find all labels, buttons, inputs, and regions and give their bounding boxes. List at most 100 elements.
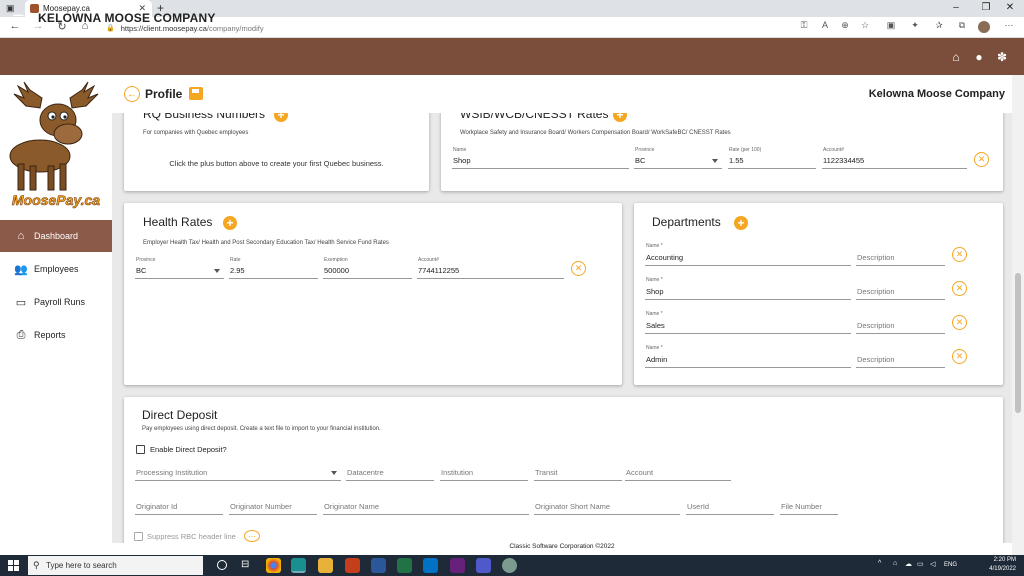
remove-department-button[interactable]: ✕ — [952, 349, 967, 364]
zoom-icon[interactable]: ⊕ — [838, 20, 852, 31]
remove-health-rate-button[interactable]: ✕ — [571, 261, 586, 276]
health-exemption-field[interactable]: Exemption 500000 — [323, 257, 412, 279]
cortana-icon[interactable] — [217, 560, 227, 570]
logo-wordmark: MoosePay.ca — [11, 192, 101, 209]
chrome-app-icon[interactable] — [266, 558, 281, 573]
processing-institution-select[interactable]: Processing Institution — [135, 463, 341, 481]
taskbar-search[interactable]: ⚲ Type here to search — [28, 556, 203, 575]
department-name-field[interactable]: Name * Accounting — [645, 243, 851, 266]
scrollbar-thumb[interactable] — [1015, 273, 1021, 413]
user-icon[interactable]: ● — [972, 50, 986, 64]
institution-field[interactable]: Institution — [440, 463, 528, 481]
edge-app-icon[interactable] — [291, 558, 306, 573]
office-app-icon[interactable] — [345, 558, 360, 573]
datacentre-field[interactable]: Datacentre — [346, 463, 434, 481]
wsib-account-field[interactable]: Account# 1122334455 — [822, 147, 967, 169]
clock[interactable]: 2:20 PM 4/19/2022 — [989, 556, 1016, 574]
wsib-card-subtitle: Workplace Safety and Insurance Board/ Wo… — [460, 130, 731, 136]
remove-department-button[interactable]: ✕ — [952, 315, 967, 330]
outlook-app-icon[interactable] — [423, 558, 438, 573]
language-indicator[interactable]: ENG — [944, 562, 957, 568]
department-description-field[interactable]: Description — [856, 345, 945, 368]
excel-app-icon[interactable] — [397, 558, 412, 573]
add-department-button[interactable]: + — [734, 216, 748, 230]
department-description-field[interactable]: Description — [856, 277, 945, 300]
originator-short-name-field[interactable]: Originator Short Name — [534, 497, 680, 515]
more-options-icon[interactable]: ⋯ — [244, 530, 260, 542]
account-field[interactable]: Account — [625, 463, 731, 481]
file-number-field[interactable]: File Number — [780, 497, 838, 515]
originator-name-field[interactable]: Originator Name — [323, 497, 529, 515]
read-aloud-icon[interactable]: A — [818, 20, 832, 30]
departments-card: Departments + Name * Accounting Descriptio… — [634, 203, 1003, 385]
more-menu-icon[interactable]: ⋯ — [1002, 20, 1016, 31]
back-button[interactable]: ← — [124, 86, 140, 102]
collections-icon[interactable]: ⧉ — [955, 20, 969, 31]
add-health-rate-button[interactable]: + — [223, 216, 237, 230]
rq-card-subtitle: For companies with Quebec employees — [143, 130, 249, 136]
file-explorer-icon[interactable] — [318, 558, 333, 573]
key-icon[interactable]: ⚿ — [797, 20, 811, 31]
rq-empty-message: Click the plus button above to create yo… — [169, 159, 384, 168]
word-app-icon[interactable] — [371, 558, 386, 573]
health-card-subtitle: Employer Health Tax/ Health and Post Sec… — [143, 240, 389, 246]
sidebar-item-payroll-runs[interactable]: ▭ Payroll Runs — [0, 286, 112, 318]
department-description-field[interactable]: Description — [856, 311, 945, 334]
save-icon[interactable] — [189, 87, 203, 100]
dropdown-caret-icon — [214, 269, 220, 273]
suppress-rbc-checkbox[interactable] — [134, 532, 143, 541]
people-icon: 👥 — [14, 263, 28, 276]
printer-icon: ⎙ — [16, 328, 26, 341]
department-name-field[interactable]: Name * Sales — [645, 311, 851, 334]
task-view-icon[interactable]: ⊟ — [241, 559, 249, 570]
transit-field[interactable]: Transit — [534, 463, 622, 481]
health-province-select[interactable]: Province BC — [135, 257, 224, 279]
remove-wsib-button[interactable]: ✕ — [974, 152, 989, 167]
settings-icon[interactable]: ✽ — [995, 50, 1009, 64]
suppress-rbc-label: Suppress RBC header line — [147, 532, 236, 541]
tray-app-icon[interactable]: ⌂ — [893, 560, 897, 567]
remove-department-button[interactable]: ✕ — [952, 247, 967, 262]
originator-id-field[interactable]: Originator Id — [135, 497, 223, 515]
favorites-icon[interactable]: ✰ — [932, 20, 946, 31]
battery-icon[interactable]: ▭ — [917, 560, 924, 568]
close-window-button[interactable]: ✕ — [1000, 2, 1020, 13]
health-account-field[interactable]: Account# 7744112255 — [417, 257, 564, 279]
department-description-field[interactable]: Description — [856, 243, 945, 266]
windows-start-icon[interactable] — [8, 560, 19, 571]
deposit-card-title: Direct Deposit — [142, 408, 218, 422]
profile-avatar[interactable] — [978, 21, 990, 33]
remove-department-button[interactable]: ✕ — [952, 281, 967, 296]
company-name: Kelowna Moose Company — [868, 88, 1005, 100]
favorite-star-icon[interactable]: ☆ — [858, 20, 872, 31]
visual-studio-icon[interactable] — [450, 558, 465, 573]
sidebar-item-reports[interactable]: ⎙ Reports — [0, 319, 112, 351]
extension-icon[interactable]: ▣ — [884, 20, 898, 31]
department-name-field[interactable]: Name * Shop — [645, 277, 851, 300]
wsib-province-select[interactable]: Province BC — [634, 147, 722, 169]
page-title: Profile — [145, 87, 183, 101]
originator-number-field[interactable]: Originator Number — [229, 497, 317, 515]
department-name-field[interactable]: Name * Admin — [645, 345, 851, 368]
hamburger-menu-icon[interactable]: ☰ — [12, 12, 25, 29]
tray-chevron-icon[interactable]: ^ — [878, 560, 881, 567]
sidebar-item-label: Dashboard — [34, 231, 79, 241]
health-rate-field[interactable]: Rate 2.95 — [229, 257, 318, 279]
sidebar-item-dashboard[interactable]: ⌂ Dashboard — [0, 220, 112, 252]
minimize-button[interactable]: – — [946, 2, 966, 13]
wsib-rate-field[interactable]: Rate (per 100) 1.55 — [728, 147, 816, 169]
volume-icon[interactable]: ◁ — [930, 560, 935, 568]
userid-field[interactable]: UserId — [686, 497, 774, 515]
app-icon[interactable] — [502, 558, 517, 573]
sidebar-item-employees[interactable]: 👥 Employees — [0, 253, 112, 285]
maximize-button[interactable]: ❐ — [976, 2, 996, 13]
enable-direct-deposit-checkbox[interactable] — [136, 445, 145, 454]
wsib-card: WSIB/WCB/CNESST Rates + Workplace Safety… — [441, 100, 1003, 191]
teams-app-icon[interactable] — [476, 558, 491, 573]
onedrive-icon[interactable]: ☁ — [905, 560, 912, 568]
puzzle-icon[interactable]: ✦ — [908, 20, 922, 31]
home-icon: ⌂ — [17, 230, 25, 242]
home-icon[interactable]: ⌂ — [949, 50, 963, 64]
wsib-name-field[interactable]: Name Shop — [452, 147, 629, 169]
rq-business-card: RQ Business Numbers + For companies with… — [124, 100, 429, 191]
